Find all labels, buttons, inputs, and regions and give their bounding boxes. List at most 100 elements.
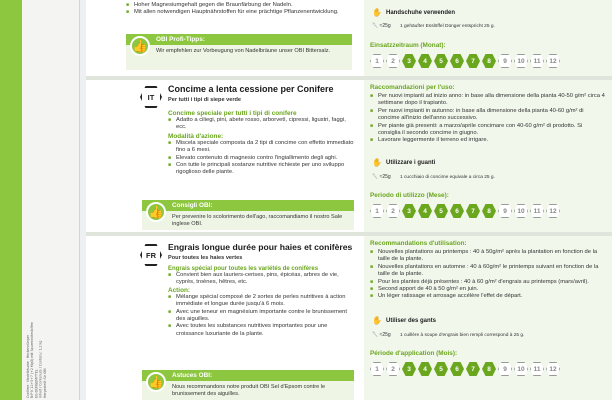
- fr-r-bullets: Nouvelles plantations au printemps : 40 …: [370, 249, 606, 301]
- it-h2: Modalità d'azione:: [168, 132, 224, 140]
- fr-title: Engrais longue durée pour haies et conif…: [168, 242, 353, 252]
- fr-tip-text: Nous recommandons notre produit OBI Sel …: [172, 384, 326, 398]
- month-hex: 1: [370, 54, 384, 68]
- month-hex: 12: [546, 362, 560, 376]
- spoon-icon: 🥄 ≈25g: [372, 23, 391, 29]
- lang-badge-it: IT: [140, 86, 166, 112]
- it-months: 1 2 3 4 5 6 7 8 9 10 11 12: [370, 204, 560, 218]
- spoon-icon: 🥄 ≈25g: [372, 174, 391, 180]
- it-right-col: Raccomandazioni per l'uso: Per nuovi imp…: [364, 80, 612, 232]
- it-bullet: Adatto a ciliegi, pini, abete rosso, arb…: [168, 117, 354, 132]
- month-hex: 8: [482, 362, 496, 376]
- glove-icon: ✋: [372, 158, 382, 167]
- it-r-bullet: Per piante già presenti: a marzo/aprile …: [370, 123, 606, 138]
- glove-icon: ✋: [372, 316, 382, 325]
- month-hex: 9: [498, 362, 512, 376]
- section-it: IT Concime a lenta cessione per Conifere…: [86, 80, 612, 232]
- de-tip-head: OBI Profi-Tipps:: [156, 36, 205, 43]
- month-hex: 11: [530, 204, 544, 218]
- fr-bullet: Avec une teneur en magnésium importante …: [168, 309, 356, 324]
- fr-r-bullet: Nouvelles plantations en automne : 40 à …: [370, 264, 606, 279]
- spine-line: Hergestellt für OBI: [42, 368, 47, 398]
- month-hex: 6: [450, 362, 464, 376]
- month-hex: 7: [466, 204, 480, 218]
- thumbs-up-icon: 👍: [146, 202, 166, 222]
- it-tip-text: Per prevenire lo scolorimento dell'ago, …: [172, 214, 343, 228]
- it-r-bullet: Per nuovi impianti in autunno: in base a…: [370, 108, 606, 123]
- lang-badge-fr: FR: [140, 244, 166, 270]
- month-hex: 10: [514, 54, 528, 68]
- fr-right-col: Recommandations d'utilisation: Nouvelles…: [364, 236, 612, 400]
- de-period-head: Einsatzzeitraum (Monat):: [370, 42, 446, 49]
- month-hex: 6: [450, 204, 464, 218]
- fr-r-bullet: Second apport de 40 à 50 g/m² en juin.: [370, 286, 606, 294]
- fr-glove-label: Utiliser des gants: [386, 318, 437, 324]
- fr-r-bullet: Pour les plantes déjà présentes : 40 à 6…: [370, 279, 606, 287]
- fr-bullets1: Convient bien aux lauriers-cerises, pins…: [168, 272, 356, 287]
- de-right-col: ✋ Handschuhe verwenden 🥄 ≈25g 1 gehäufte…: [364, 0, 612, 76]
- thumbs-up-icon: 👍: [130, 36, 150, 56]
- fr-bullets2: Mélange spécial composé de 2 sortes de p…: [168, 294, 356, 338]
- section-fr: FR Engrais longue durée pour haies et co…: [86, 236, 612, 400]
- de-tip-box: 👍 OBI Profi-Tipps: Wir empfehlen zur Vor…: [126, 34, 352, 70]
- fr-months: 1 2 3 4 5 6 7 8 9 10 11 12: [370, 362, 560, 376]
- month-hex: 5: [434, 204, 448, 218]
- month-hex: 3: [402, 204, 416, 218]
- fr-tip-box: 👍 Astuces OBI: Nous recommandons notre p…: [142, 370, 354, 400]
- it-bullet: Elevato contenuto di magnesio contro l'i…: [168, 155, 354, 163]
- month-hex: 9: [498, 54, 512, 68]
- fr-r-bullet: Un léger ratissage et arrosage accélère …: [370, 293, 606, 301]
- month-hex: 2: [386, 362, 400, 376]
- product-label: Conifere · Nadelbäume · Heckendünger N·P…: [0, 0, 612, 400]
- month-hex: 12: [546, 204, 560, 218]
- spoon-icon: 🥄 ≈25g: [372, 332, 391, 338]
- spine-fine-print: Conifere · Nadelbäume · Heckendünger N·P…: [26, 8, 78, 398]
- spoon-amount: ≈25g: [379, 332, 391, 338]
- fr-h2: Action:: [168, 286, 191, 294]
- month-hex: 3: [402, 362, 416, 376]
- thumbs-up-icon: 👍: [146, 372, 166, 392]
- glove-icon: ✋: [372, 8, 382, 17]
- fr-tip-head: Astuces OBI:: [172, 372, 213, 379]
- lang-code: IT: [140, 86, 162, 108]
- fr-period-head: Période d'application (Mois):: [370, 350, 458, 357]
- fr-bullet: Mélange spécial composé de 2 sortes de p…: [168, 294, 356, 309]
- fr-subtitle: Pour toutes les haies vertes: [168, 255, 243, 261]
- month-hex: 5: [434, 54, 448, 68]
- spine-green-edge: [0, 0, 22, 400]
- fr-body: Engrais spécial pour toutes les variétés…: [168, 266, 356, 338]
- de-spoon-text: 1 gehäufter Esslöffel Dünger entspricht …: [400, 24, 495, 29]
- it-r-bullets: Per nuovi impianti ad inizio anno: in ba…: [370, 93, 606, 145]
- it-bullets2: Miscela speciale composta da 2 tipi di c…: [168, 140, 354, 177]
- month-hex: 9: [498, 204, 512, 218]
- month-hex: 10: [514, 204, 528, 218]
- month-hex: 12: [546, 54, 560, 68]
- package-spine: Conifere · Nadelbäume · Heckendünger N·P…: [0, 0, 80, 400]
- month-hex: 8: [482, 54, 496, 68]
- month-hex: 7: [466, 54, 480, 68]
- it-r-bullet: Lavorare leggermente il terreno ed irrig…: [370, 137, 606, 145]
- it-h1: Concime speciale per tutti i tipi di con…: [168, 110, 297, 117]
- fr-r-bullet: Nouvelles plantations au printemps : 40 …: [370, 249, 606, 264]
- month-hex: 8: [482, 204, 496, 218]
- month-hex: 1: [370, 204, 384, 218]
- it-period-head: Periodo di utilizzo (Mese):: [370, 192, 449, 199]
- month-hex: 7: [466, 362, 480, 376]
- it-tip-box: 👍 Consigli OBI: Per prevenire lo scolori…: [142, 200, 354, 230]
- month-hex: 6: [450, 54, 464, 68]
- month-hex: 5: [434, 362, 448, 376]
- de-months: 1 2 3 4 5 6 7 8 9 10 11 12: [370, 54, 560, 68]
- spoon-amount: ≈25g: [379, 23, 391, 29]
- month-hex: 4: [418, 204, 432, 218]
- it-bullet: Miscela speciale composta da 2 tipi di c…: [168, 140, 354, 155]
- de-tip-text: Wir empfehlen zur Vorbeugung von Nadelbr…: [156, 48, 331, 54]
- de-bullet: Mit allen notwendigen Hauptnährstoffen f…: [126, 9, 352, 17]
- month-hex: 1: [370, 362, 384, 376]
- it-bullets1: Adatto a ciliegi, pini, abete rosso, arb…: [168, 117, 354, 132]
- month-hex: 2: [386, 54, 400, 68]
- de-bullet: Hoher Magnesiumgehalt gegen die Braunfär…: [126, 2, 352, 10]
- section-de: Hoher Magnesiumgehalt gegen die Braunfär…: [86, 0, 612, 76]
- month-hex: 11: [530, 362, 544, 376]
- it-body: Concime speciale per tutti i tipi di con…: [168, 110, 354, 177]
- it-bullet: Con tutte le principali sostanze nutriti…: [168, 162, 354, 177]
